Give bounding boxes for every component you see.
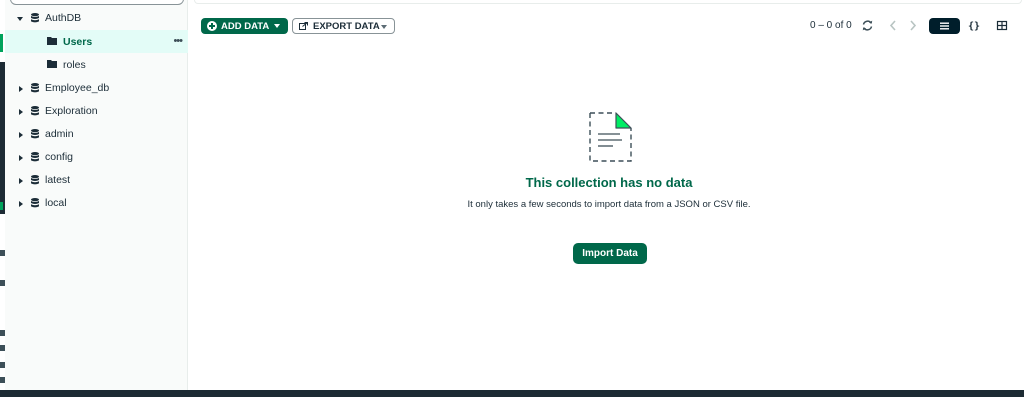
chevron-right-icon[interactable]	[17, 85, 25, 93]
sidebar-db-latest[interactable]: latest	[5, 169, 188, 192]
sidebar-collection-label: Users	[63, 36, 93, 48]
taskbar-edge	[0, 390, 1024, 397]
sidebar-db-local[interactable]: local	[5, 192, 188, 215]
folder-icon	[47, 60, 57, 68]
sidebar-collection-label: roles	[63, 59, 86, 71]
chevron-left-icon[interactable]	[888, 19, 898, 32]
database-icon	[31, 152, 39, 162]
sidebar-db-label: admin	[45, 128, 74, 140]
sidebar-db-exploration[interactable]: Exploration	[5, 100, 188, 123]
export-data-button[interactable]: EXPORT DATA	[292, 18, 395, 34]
database-icon	[31, 83, 39, 93]
sidebar-db-label: Exploration	[45, 105, 98, 117]
database-icon	[31, 198, 39, 208]
edge-accent	[0, 34, 3, 52]
curly-braces-icon: {}	[967, 20, 981, 32]
sidebar-db-label: local	[45, 197, 67, 209]
pagination-text: 0 – 0 of 0	[810, 20, 852, 31]
sidebar-db-label: latest	[45, 174, 71, 186]
sidebar-collection-roles[interactable]: roles	[5, 53, 188, 76]
chevron-right-icon[interactable]	[17, 131, 25, 139]
import-data-button[interactable]: Import Data	[573, 243, 647, 264]
table-icon	[996, 20, 1008, 31]
database-icon	[31, 106, 39, 116]
chevron-right-icon[interactable]	[908, 19, 918, 32]
caret-down-icon	[274, 24, 280, 28]
sidebar-search-input[interactable]	[10, 0, 184, 5]
empty-state-title: This collection has no data	[525, 175, 693, 190]
folder-icon	[47, 37, 57, 45]
plus-circle-icon	[207, 21, 217, 31]
database-icon	[31, 13, 39, 23]
add-data-button[interactable]: ADD DATA	[201, 18, 288, 34]
chevron-right-icon[interactable]	[17, 108, 25, 116]
edge-accent-lower	[0, 202, 3, 210]
sidebar-db-authdb[interactable]: AuthDB	[5, 7, 188, 30]
database-icon	[31, 129, 39, 139]
database-icon	[31, 175, 39, 185]
chevron-right-icon[interactable]	[17, 200, 25, 208]
json-view-button[interactable]: {}	[962, 18, 986, 34]
empty-state-description: It only takes a few seconds to import da…	[467, 199, 751, 210]
sidebar-db-config[interactable]: config	[5, 146, 188, 169]
refresh-icon[interactable]	[861, 19, 874, 32]
chevron-right-icon[interactable]	[17, 177, 25, 185]
sidebar-db-label: Employee_db	[45, 82, 110, 94]
sidebar-db-label: AuthDB	[45, 12, 82, 24]
chevron-right-icon[interactable]	[17, 154, 25, 162]
caret-down-icon	[381, 25, 387, 29]
sidebar-db-employee-db[interactable]: Employee_db	[5, 77, 188, 100]
sidebar: AuthDB Users ••• roles Employee_db Explo…	[5, 0, 188, 390]
ellipsis-icon[interactable]: •••	[173, 35, 183, 47]
sidebar-collection-users[interactable]: Users •••	[5, 30, 188, 53]
chevron-down-icon[interactable]	[16, 15, 24, 23]
table-view-button[interactable]	[990, 18, 1014, 34]
empty-document-icon	[589, 112, 632, 162]
sidebar-db-admin[interactable]: admin	[5, 123, 188, 146]
query-bar-edge	[194, 0, 1022, 4]
list-view-button[interactable]	[929, 18, 960, 34]
sidebar-db-label: config	[45, 151, 74, 163]
export-icon	[299, 22, 308, 30]
list-icon	[940, 22, 949, 30]
